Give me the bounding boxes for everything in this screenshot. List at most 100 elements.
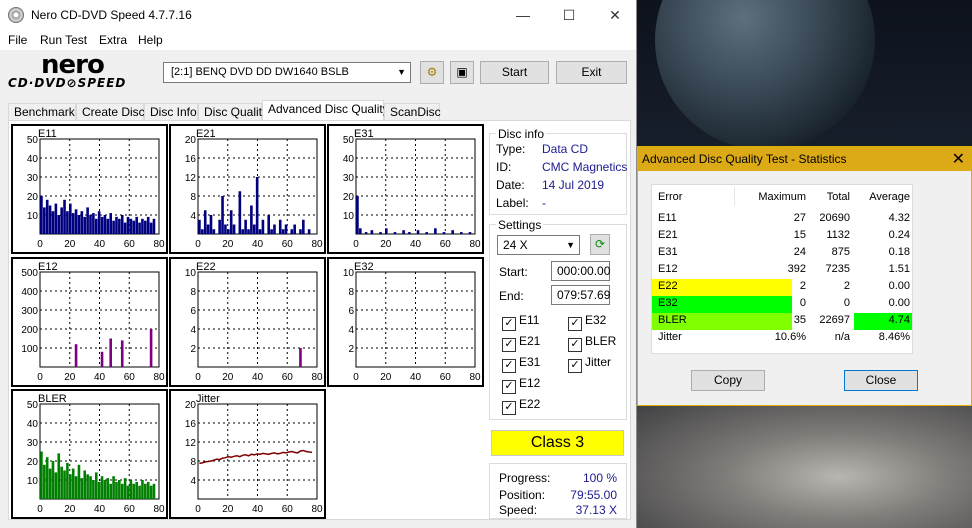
statistics-close-icon[interactable]: ✕ xyxy=(952,149,965,169)
data-bar xyxy=(152,218,156,234)
x-tick-label: 40 xyxy=(252,372,264,383)
data-bar xyxy=(92,213,95,234)
tab-create-disc[interactable]: Create Disc xyxy=(76,103,145,121)
tab-advanced-disc-quality[interactable]: Advanced Disc Quality xyxy=(262,100,389,121)
tab-benchmark[interactable]: Benchmark xyxy=(8,103,76,121)
data-bar xyxy=(69,203,72,234)
checkbox-label: E11 xyxy=(519,313,540,327)
data-bar xyxy=(250,205,253,234)
checkbox-e21[interactable]: ✓ E21 xyxy=(502,334,540,352)
exit-button[interactable]: Exit xyxy=(556,61,627,84)
checkbox-jitter[interactable]: ✓ Jitter xyxy=(568,355,611,373)
close-button[interactable]: ✕ xyxy=(592,0,638,30)
start-time-input[interactable]: 000:00.00 xyxy=(551,261,610,281)
menu-help[interactable]: Help xyxy=(138,33,163,47)
data-bar xyxy=(94,218,98,234)
data-bar xyxy=(408,232,411,234)
cell-error: E21 xyxy=(658,229,678,241)
disc-info-title: Disc info xyxy=(496,127,547,141)
cell-average: 0.00 xyxy=(888,297,910,309)
maximize-button[interactable]: ☐ xyxy=(546,0,592,30)
checkbox-e32[interactable]: ✓ E32 xyxy=(568,313,606,331)
disc-label-label: Label: xyxy=(496,196,529,210)
checkbox-e11[interactable]: ✓ E11 xyxy=(502,313,539,331)
data-bar xyxy=(100,476,104,499)
copy-button[interactable]: Copy xyxy=(691,370,765,391)
data-bar xyxy=(115,481,118,499)
disc-date-label: Date: xyxy=(496,178,525,192)
drive-select[interactable]: [2:1] BENQ DVD DD DW1640 BSLB ▼ xyxy=(163,62,411,83)
y-tick-label: 30 xyxy=(27,438,39,449)
checkmark-icon: ✓ xyxy=(502,401,516,415)
x-tick-label: 80 xyxy=(469,239,481,250)
data-bar xyxy=(212,229,216,234)
data-bar xyxy=(120,340,124,367)
close-dialog-button[interactable]: Close xyxy=(844,370,918,391)
minimize-button[interactable]: — xyxy=(500,0,546,30)
speed-select[interactable]: 24 X ▼ xyxy=(497,235,580,255)
data-bar xyxy=(149,329,153,367)
start-button[interactable]: Start xyxy=(480,61,549,84)
drive-select-value: [2:1] BENQ DVD DD DW1640 BSLB xyxy=(171,66,349,78)
checkmark-icon: ✓ xyxy=(502,338,516,352)
data-bar xyxy=(138,485,141,499)
menu-run-test[interactable]: Run Test xyxy=(40,33,87,47)
y-tick-label: 50 xyxy=(27,135,39,146)
data-bar xyxy=(206,224,210,234)
graph-e22: E22 10 8 6 4 2 0 20 40 60 80 xyxy=(169,257,326,387)
data-bar xyxy=(290,229,294,234)
column-header: Average xyxy=(869,191,910,203)
data-bar xyxy=(66,462,69,499)
y-tick-label: 2 xyxy=(348,344,354,355)
x-tick-label: 40 xyxy=(410,372,422,383)
save-button[interactable]: ▣ xyxy=(450,61,474,84)
data-bar xyxy=(129,480,133,499)
x-tick-label: 0 xyxy=(37,504,43,515)
y-tick-label: 50 xyxy=(27,400,39,411)
data-bar xyxy=(74,476,78,499)
data-bar xyxy=(227,229,230,234)
cell-total: 22697 xyxy=(819,314,850,326)
disc-eject-button[interactable]: ⚙ xyxy=(420,61,444,84)
data-bar xyxy=(126,216,130,234)
y-tick-label: 10 xyxy=(343,211,355,222)
x-tick-label: 20 xyxy=(64,372,76,383)
menu-file[interactable]: File xyxy=(8,33,27,47)
cell-total: 20690 xyxy=(819,212,850,224)
data-bar xyxy=(258,229,262,234)
cell-maximum: 35 xyxy=(793,314,806,326)
cell-total: 875 xyxy=(831,246,850,258)
data-bar xyxy=(359,228,362,234)
data-bar xyxy=(83,216,87,234)
app-disc-icon xyxy=(8,7,24,23)
menu-extra[interactable]: Extra xyxy=(99,33,127,47)
data-bar xyxy=(60,466,63,499)
data-bar xyxy=(123,222,127,234)
x-tick-label: 40 xyxy=(252,239,264,250)
checkbox-e31[interactable]: ✓ E31 xyxy=(502,355,540,373)
data-bar xyxy=(80,478,84,499)
data-bar xyxy=(451,230,454,234)
checkbox-e22[interactable]: ✓ E22 xyxy=(502,397,540,415)
data-bar xyxy=(232,224,236,234)
cell-maximum: 10.6% xyxy=(774,331,806,343)
tab-disc-info[interactable]: Disc Info xyxy=(144,103,198,121)
x-tick-label: 80 xyxy=(153,239,165,250)
checkbox-e12[interactable]: ✓ E12 xyxy=(502,376,540,394)
data-bar xyxy=(209,215,213,234)
statistics-window: Advanced Disc Quality Test - Statistics … xyxy=(637,146,972,406)
tab-disc-quality[interactable]: Disc Quality xyxy=(198,103,268,121)
data-bar xyxy=(307,229,311,234)
statistics-row-e11: E11 27 20690 4.32 xyxy=(652,211,914,228)
y-tick-label: 8 xyxy=(348,287,354,298)
tab-scandisc[interactable]: ScanDisc xyxy=(384,103,441,121)
data-bar xyxy=(218,219,221,234)
cell-maximum: 24 xyxy=(793,246,806,258)
end-time-input[interactable]: 079:57.69 xyxy=(551,285,610,305)
checkbox-label: Jitter xyxy=(585,355,612,369)
checkbox-bler[interactable]: ✓ BLER xyxy=(568,334,616,352)
refresh-speed-button[interactable]: ⟳ xyxy=(590,234,610,255)
desktop-moon-surface xyxy=(637,400,972,528)
data-bar xyxy=(80,211,84,234)
data-bar xyxy=(109,483,113,499)
